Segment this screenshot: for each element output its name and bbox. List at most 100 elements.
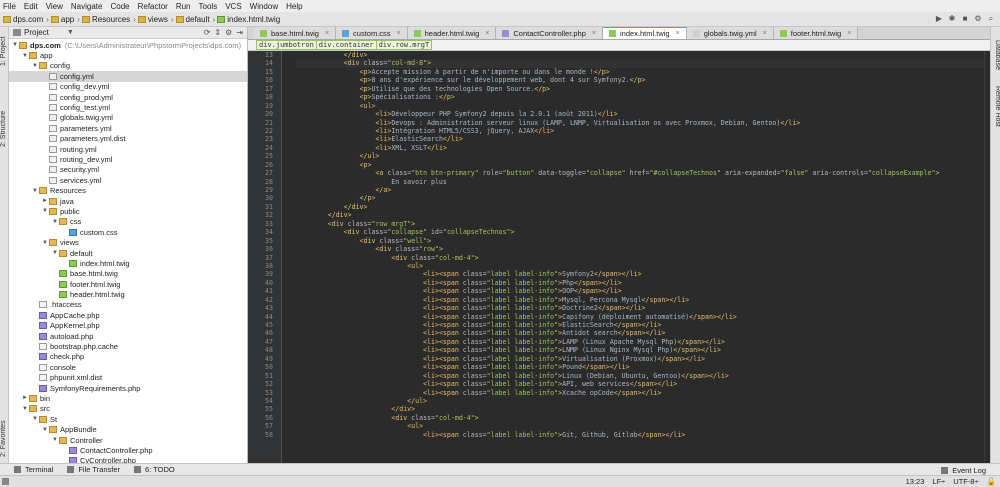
tree-file[interactable]: globals.twig.yml	[9, 113, 247, 123]
tree-folder[interactable]: ▼ Resources	[9, 185, 247, 195]
tree-file[interactable]: ContactController.php	[9, 445, 247, 455]
tree-folder[interactable]: ▼ src	[9, 404, 247, 414]
tree-file[interactable]: base.html.twig	[9, 269, 247, 279]
code-line[interactable]: <li>ElasticSearch</li>	[296, 135, 986, 143]
line-separator[interactable]: LF÷	[932, 477, 945, 486]
breadcrumb-item[interactable]: index.html.twig	[217, 15, 280, 24]
chevron-down-icon[interactable]: ▼	[51, 219, 59, 225]
tree-folder[interactable]: ► java	[9, 196, 247, 206]
chevron-down-icon[interactable]: ▼	[41, 240, 49, 246]
tree-folder[interactable]: ▼ config	[9, 61, 247, 71]
chevron-down-icon[interactable]: ▼	[51, 250, 59, 256]
code-line[interactable]: <li><span class="label label-info">Mysql…	[296, 296, 986, 304]
event-log-tab[interactable]: Event Log	[941, 466, 986, 475]
code-line[interactable]: <ul>	[296, 102, 986, 110]
code-line[interactable]: <li>XML, XSLT</li>	[296, 144, 986, 152]
code-line[interactable]: <li><span class="label label-info">Linux…	[296, 372, 986, 380]
tree-file[interactable]: services.yml	[9, 175, 247, 185]
breadcrumb-item[interactable]: app ›	[50, 15, 80, 24]
code-line[interactable]: <li><span class="label label-info">Symfo…	[296, 270, 986, 278]
menu-item-window[interactable]: Window	[250, 2, 278, 11]
code-line[interactable]: <p>	[296, 161, 986, 169]
file-encoding[interactable]: UTF-8÷	[953, 477, 978, 486]
editor-tab[interactable]: footer.html.twig ×	[773, 27, 859, 39]
tree-file[interactable]: config_prod.yml	[9, 92, 247, 102]
tree-file[interactable]: routing.yml	[9, 144, 247, 154]
code-line[interactable]: </div>	[296, 211, 986, 219]
tree-folder[interactable]: ▼ public	[9, 206, 247, 216]
code-line[interactable]: <li>Développeur PHP Symfony2 depuis la 2…	[296, 110, 986, 118]
chevron-down-icon[interactable]: ▼	[21, 53, 29, 59]
tree-folder[interactable]: ▼ St	[9, 414, 247, 424]
tree-folder[interactable]: ▼ css	[9, 217, 247, 227]
editor-tab[interactable]: custom.css ×	[336, 27, 408, 39]
code-line[interactable]: <li>Devops : Administration serveur linu…	[296, 119, 986, 127]
tree-file[interactable]: config_test.yml	[9, 102, 247, 112]
tree-file[interactable]: custom.css	[9, 227, 247, 237]
tree-folder[interactable]: ▼ app	[9, 50, 247, 60]
code-line[interactable]: <li><span class="label label-info">Capif…	[296, 313, 986, 321]
tree-folder[interactable]: ▼ dps.com (C:\Users\Administrateur\Phpstor…	[9, 40, 247, 50]
tree-file[interactable]: parameters.yml.dist	[9, 134, 247, 144]
code-line[interactable]: </p>	[296, 194, 986, 202]
code-line[interactable]: <li><span class="label label-info">Virtu…	[296, 355, 986, 363]
fold-column[interactable]	[282, 51, 290, 463]
code-content[interactable]: </div> <div class="col-md-8"> <p>Accepte…	[296, 51, 986, 463]
menu-item-edit[interactable]: Edit	[24, 2, 38, 11]
close-icon[interactable]: ×	[847, 30, 851, 37]
run-icon[interactable]: ▶	[934, 14, 944, 24]
menu-item-tools[interactable]: Tools	[199, 2, 218, 11]
code-line[interactable]: <div class="row mrgT">	[296, 220, 986, 228]
code-line[interactable]: <li>Intégration HTML5/CSS3, jQuery, AJAX…	[296, 127, 986, 135]
tree-file[interactable]: header.html.twig	[9, 289, 247, 299]
tree-file[interactable]: phpunit.xml.dist	[9, 373, 247, 383]
close-icon[interactable]: ×	[485, 30, 489, 37]
code-line[interactable]: <div class="well">	[296, 237, 986, 245]
collapse-icon[interactable]: ⇕	[214, 28, 221, 37]
menu-item-refactor[interactable]: Refactor	[138, 2, 168, 11]
menu-item-view[interactable]: View	[46, 2, 63, 11]
chevron-down-icon[interactable]: ▼	[51, 437, 59, 443]
debug-icon[interactable]: ✱	[947, 14, 957, 24]
menu-item-run[interactable]: Run	[176, 2, 191, 11]
tree-folder[interactable]: ▼ AppBundle	[9, 424, 247, 434]
chevron-down-icon[interactable]: ▼	[11, 42, 19, 48]
tree-file[interactable]: check.php	[9, 352, 247, 362]
editor-tab[interactable]: index.html.twig ×	[603, 27, 687, 39]
menu-item-file[interactable]: File	[3, 2, 16, 11]
code-line[interactable]: <li><span class="label label-info">Git, …	[296, 431, 986, 439]
code-line[interactable]: <li><span class="label label-info">Pound…	[296, 363, 986, 371]
chevron-down-icon[interactable]: ▼	[67, 29, 74, 36]
gear-icon[interactable]: ⚙	[225, 28, 232, 37]
code-line[interactable]: <li><span class="label label-info">Antid…	[296, 329, 986, 337]
chevron-down-icon[interactable]: ▼	[41, 208, 49, 214]
tree-folder[interactable]: ► bin	[9, 393, 247, 403]
tree-file[interactable]: parameters.yml	[9, 123, 247, 133]
code-line[interactable]: </div>	[296, 405, 986, 413]
tree-folder[interactable]: ▼ views	[9, 237, 247, 247]
code-line[interactable]: <ul>	[296, 262, 986, 270]
stop-icon[interactable]: ■	[960, 14, 970, 24]
code-line[interactable]: </ul>	[296, 397, 986, 405]
tree-file[interactable]: config.yml	[9, 71, 247, 82]
tree-file[interactable]: autoload.php	[9, 331, 247, 341]
close-icon[interactable]: ×	[397, 30, 401, 37]
breadcrumb-item[interactable]: Resources ›	[81, 15, 136, 24]
code-line[interactable]: <li><span class="label label-info">API, …	[296, 380, 986, 388]
element-breadcrumb-item[interactable]: div.container	[315, 40, 377, 50]
breadcrumb-item[interactable]: default ›	[175, 15, 215, 24]
code-line[interactable]: <li><span class="label label-info">LAMP …	[296, 338, 986, 346]
close-icon[interactable]: ×	[763, 30, 767, 37]
code-line[interactable]: <li><span class="label label-info">OOP</…	[296, 287, 986, 295]
code-line[interactable]: <li><span class="label label-info">Doctr…	[296, 304, 986, 312]
code-line[interactable]: <div class="col-md-4">	[296, 414, 986, 422]
file-transfer-tab[interactable]: File Transfer	[67, 465, 120, 474]
menu-item-navigate[interactable]: Navigate	[71, 2, 103, 11]
tree-folder[interactable]: ▼ default	[9, 248, 247, 258]
code-line[interactable]: <div class="col-md-4">	[296, 254, 986, 262]
tool-tab-database[interactable]: Database	[991, 37, 1000, 73]
code-line[interactable]: <li><span class="label label-info">Xcach…	[296, 389, 986, 397]
editor-tab[interactable]: ContactController.php ×	[496, 27, 603, 39]
tool-tab-structure[interactable]: 2: Structure	[0, 107, 9, 151]
tree-file[interactable]: index.html.twig	[9, 258, 247, 268]
